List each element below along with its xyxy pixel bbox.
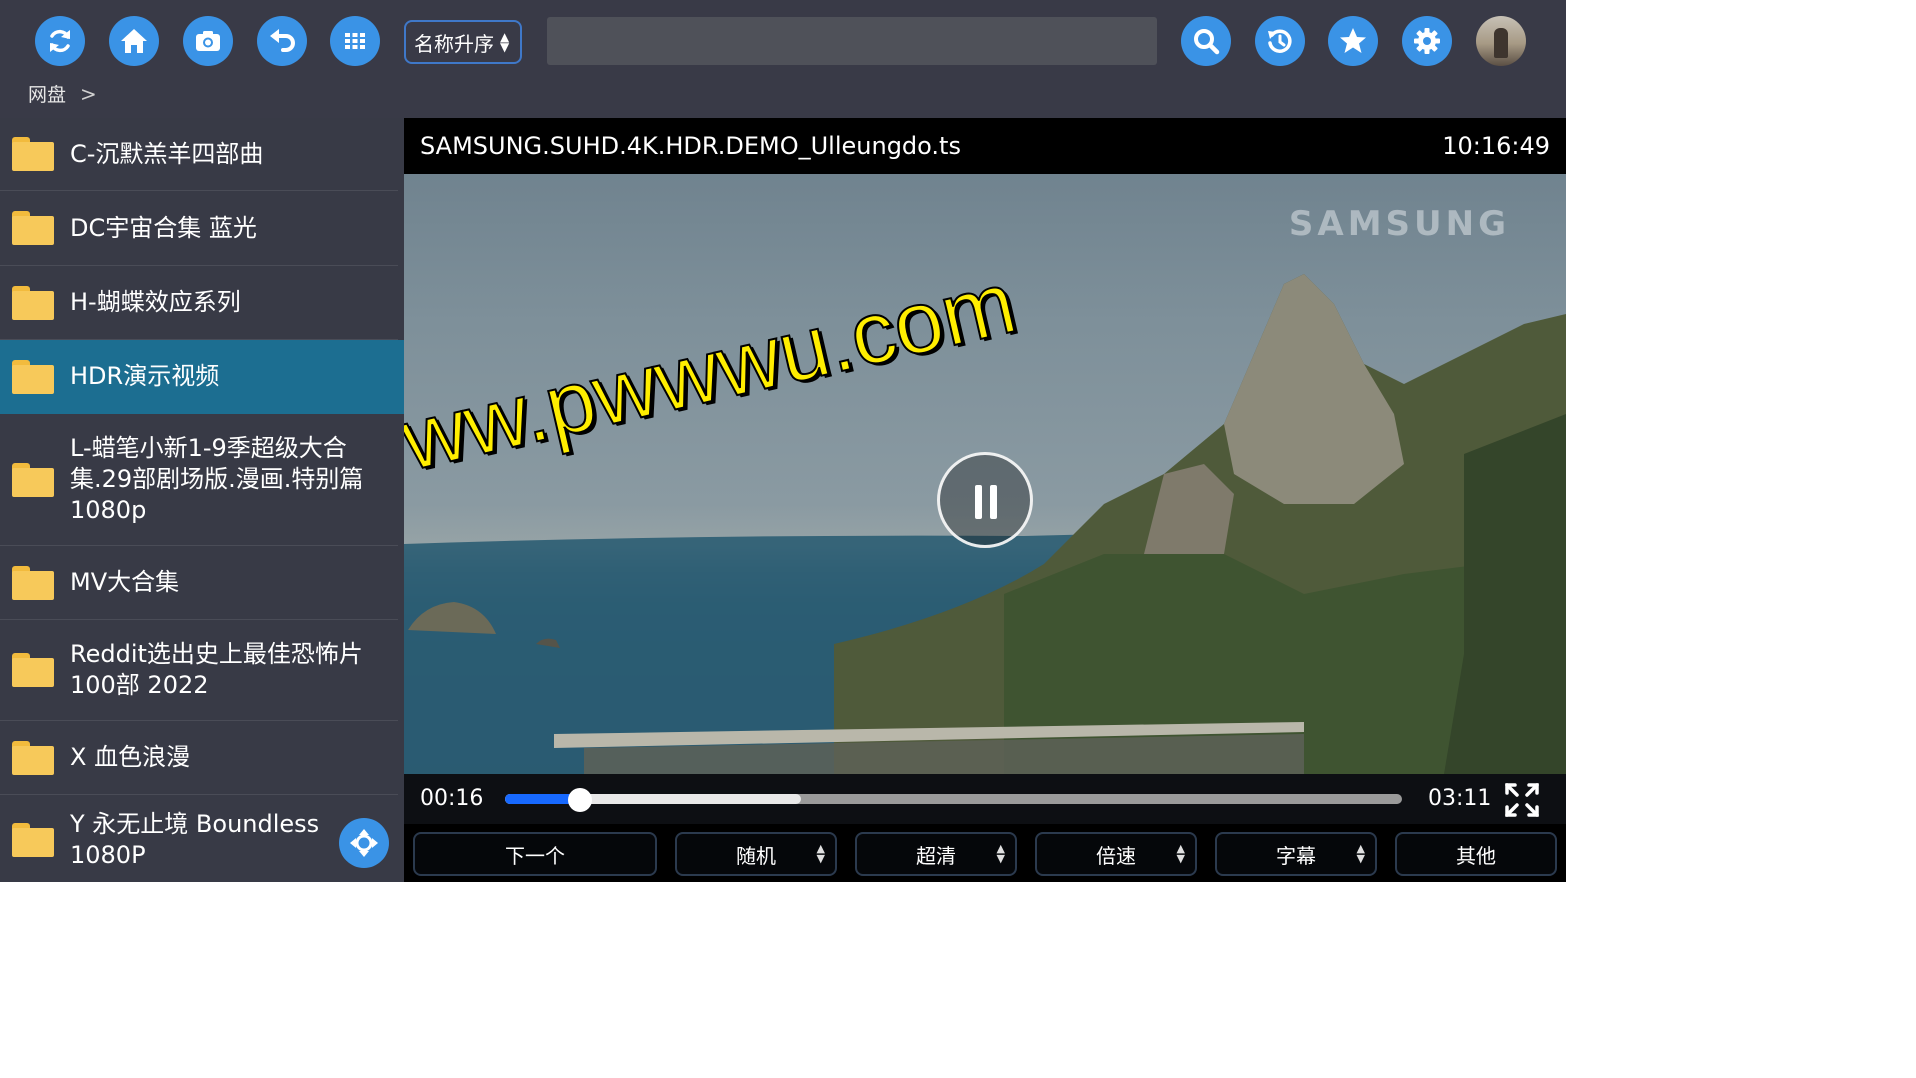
subtitle-select[interactable]: 字幕 ▲ ▼ [1215, 832, 1377, 876]
breadcrumb: 网盘 > [28, 80, 97, 107]
fullscreen-icon[interactable] [1504, 782, 1540, 818]
player-button-bar: 下一个 随机 ▲ ▼ 超清 ▲ ▼ 倍速 ▲ ▼ 字幕 ▲ ▼ 其他 [404, 824, 1566, 882]
folder-item-selected[interactable]: HDR演示视频 [0, 340, 404, 414]
folder-label: Y 永无止境 Boundless 1080P [70, 810, 320, 869]
current-time: 00:16 [420, 786, 484, 811]
folder-item[interactable]: DC宇宙合集 蓝光 [0, 191, 398, 266]
folder-icon [12, 462, 54, 497]
sort-select[interactable]: 名称升序 ▲ ▼ [404, 20, 522, 64]
video-filename: SAMSUNG.SUHD.4K.HDR.DEMO_Ulleungdo.ts [420, 132, 961, 160]
folder-item[interactable]: H-蝴蝶效应系列 [0, 266, 398, 340]
folder-item[interactable]: Reddit选出史上最佳恐怖片100部 2022 [0, 620, 398, 721]
shuffle-select[interactable]: 随机 ▲ ▼ [675, 832, 837, 876]
folder-icon [12, 740, 54, 775]
history-icon [1268, 29, 1292, 53]
quality-label: 超清 [916, 843, 956, 868]
settings-button[interactable] [1402, 16, 1452, 66]
move-arrows-icon [350, 829, 378, 857]
playback-controls: 00:16 03:11 [404, 774, 1566, 824]
breadcrumb-root[interactable]: 网盘 [28, 80, 66, 107]
speed-label: 倍速 [1096, 843, 1136, 868]
back-button[interactable] [257, 16, 307, 66]
speed-select[interactable]: 倍速 ▲ ▼ [1035, 832, 1197, 876]
quality-select[interactable]: 超清 ▲ ▼ [855, 832, 1017, 876]
refresh-button[interactable] [35, 16, 85, 66]
samsung-watermark: SAMSUNG [1288, 204, 1510, 244]
sort-arrows-icon: ▲ ▼ [500, 30, 510, 54]
folder-icon [12, 359, 54, 394]
folder-label: HDR演示视频 [70, 362, 220, 390]
folder-item[interactable]: MV大合集 [0, 546, 398, 620]
video-frame[interactable]: SAMSUNG www.pwwwu.com [404, 174, 1566, 774]
folder-item[interactable]: L-蜡笔小新1-9季超级大合集.29部剧场版.漫画.特别篇1080p [0, 414, 398, 546]
folder-icon [12, 565, 54, 600]
updown-arrows-icon: ▲ ▼ [816, 842, 825, 865]
folder-label: X 血色浪漫 [70, 743, 191, 771]
app-window: 名称升序 ▲ ▼ 网盘 > C-沉默羔羊四部曲 DC宇宙合集 蓝光 H-蝴蝶效应… [0, 0, 1566, 882]
home-button[interactable] [109, 16, 159, 66]
updown-arrows-icon: ▲ ▼ [1176, 842, 1185, 865]
user-avatar[interactable] [1476, 16, 1526, 66]
camera-icon [196, 31, 220, 51]
toolbar: 名称升序 ▲ ▼ 网盘 > [0, 0, 1566, 118]
more-button[interactable]: 其他 [1395, 832, 1557, 876]
total-time: 03:11 [1428, 786, 1492, 811]
folder-list: C-沉默羔羊四部曲 DC宇宙合集 蓝光 H-蝴蝶效应系列 HDR演示视频 L-蜡… [0, 118, 404, 882]
clock: 10:16:49 [1442, 132, 1550, 160]
sort-label: 名称升序 [414, 31, 494, 56]
subtitle-label: 字幕 [1276, 843, 1316, 868]
player-titlebar: SAMSUNG.SUHD.4K.HDR.DEMO_Ulleungdo.ts 10… [404, 118, 1566, 174]
folder-item[interactable]: C-沉默羔羊四部曲 [0, 118, 398, 191]
folder-label: C-沉默羔羊四部曲 [70, 139, 264, 168]
progress-knob[interactable] [568, 788, 592, 812]
folder-icon [12, 653, 54, 687]
search-icon [1194, 29, 1220, 55]
more-label: 其他 [1456, 843, 1496, 868]
favorites-button[interactable] [1328, 16, 1378, 66]
shuffle-label: 随机 [736, 843, 776, 868]
folder-label: DC宇宙合集 蓝光 [70, 213, 257, 242]
history-button[interactable] [1255, 16, 1305, 66]
updown-arrows-icon: ▲ ▼ [996, 842, 1005, 865]
star-icon [1340, 28, 1366, 53]
pause-button[interactable] [937, 452, 1033, 548]
updown-arrows-icon: ▲ ▼ [1356, 842, 1365, 865]
folder-icon [12, 211, 54, 245]
chevron-right-icon: > [80, 81, 97, 106]
move-button[interactable] [339, 818, 389, 868]
next-label: 下一个 [505, 843, 565, 868]
gear-icon [1414, 28, 1440, 54]
back-icon [270, 29, 295, 52]
camera-button[interactable] [183, 16, 233, 66]
folder-label: L-蜡笔小新1-9季超级大合集.29部剧场版.漫画.特别篇1080p [70, 434, 364, 524]
folder-label: Reddit选出史上最佳恐怖片100部 2022 [70, 640, 363, 699]
search-button[interactable] [1181, 16, 1231, 66]
folder-label: MV大合集 [70, 568, 180, 596]
grid-button[interactable] [330, 16, 380, 66]
folder-icon [12, 285, 54, 320]
grid-icon [345, 33, 365, 49]
folder-icon [12, 823, 54, 857]
refresh-icon [50, 29, 70, 53]
folder-label: H-蝴蝶效应系列 [70, 288, 241, 316]
search-input[interactable] [547, 17, 1157, 65]
folder-icon [12, 137, 54, 171]
home-icon [121, 29, 147, 53]
folder-item[interactable]: X 血色浪漫 [0, 721, 398, 795]
video-player: SAMSUNG.SUHD.4K.HDR.DEMO_Ulleungdo.ts 10… [404, 118, 1566, 882]
next-button[interactable]: 下一个 [413, 832, 657, 876]
